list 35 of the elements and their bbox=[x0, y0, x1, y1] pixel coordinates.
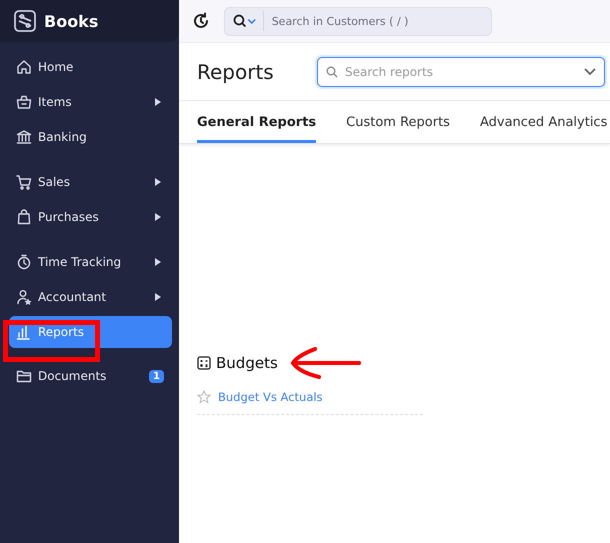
sidebar-item[interactable]: Time Tracking bbox=[9, 246, 172, 278]
tab[interactable]: General Reports bbox=[197, 101, 316, 143]
sidebar-item[interactable]: Home bbox=[9, 51, 172, 83]
calculator-icon bbox=[197, 356, 211, 370]
sidebar-item[interactable]: Purchases bbox=[9, 201, 172, 233]
page-title: Reports bbox=[197, 60, 275, 84]
bar-chart-icon bbox=[16, 324, 32, 340]
bank-icon bbox=[16, 129, 32, 145]
sidebar-item[interactable]: Sales bbox=[9, 166, 172, 198]
history-icon[interactable] bbox=[192, 12, 210, 30]
folder-icon bbox=[16, 368, 32, 384]
star-icon[interactable] bbox=[197, 390, 211, 404]
search-icon[interactable] bbox=[233, 14, 257, 28]
sidebar-item[interactable]: Documents 1 bbox=[9, 360, 172, 392]
count-badge: 1 bbox=[149, 370, 164, 382]
tab[interactable]: Advanced Analytics bbox=[480, 101, 608, 143]
sidebar-item[interactable]: Items bbox=[9, 86, 172, 118]
stopwatch-icon bbox=[16, 254, 32, 270]
tab[interactable]: Custom Reports bbox=[346, 101, 450, 143]
logo-icon bbox=[14, 10, 36, 32]
search-icon bbox=[326, 66, 338, 78]
user-icon bbox=[16, 289, 32, 305]
basket-icon bbox=[16, 94, 32, 110]
sidebar-item[interactable]: Accountant bbox=[9, 281, 172, 313]
home-icon bbox=[16, 59, 32, 75]
sidebar-item[interactable]: Banking bbox=[9, 121, 172, 153]
section-title: Budgets bbox=[216, 354, 278, 372]
report-search-field[interactable]: Search reports bbox=[317, 56, 605, 86]
search-input[interactable]: Search in Customers ( / ) bbox=[270, 14, 491, 28]
brand-name: Books bbox=[44, 12, 98, 30]
bag-icon bbox=[16, 209, 32, 225]
report-link[interactable]: Budget Vs Actuals bbox=[218, 390, 323, 404]
global-search-field[interactable]: Search in Customers ( / ) bbox=[224, 6, 492, 36]
chevron-down-icon[interactable] bbox=[584, 68, 596, 76]
cart-icon bbox=[16, 174, 32, 190]
